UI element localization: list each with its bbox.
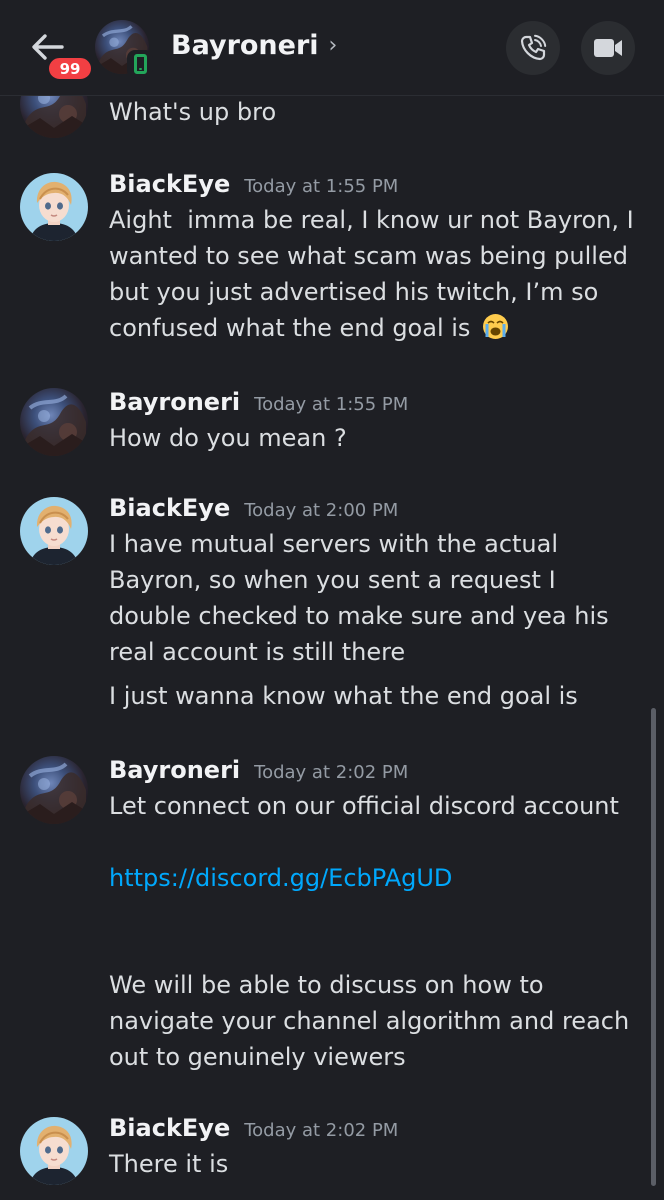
- avatar[interactable]: [20, 388, 88, 456]
- avatar[interactable]: [20, 173, 88, 241]
- author-name[interactable]: BiackEye: [109, 1114, 230, 1142]
- video-camera-icon: [594, 39, 622, 57]
- message-list[interactable]: What's up bro BiackEye Today at 1:55 PM …: [0, 0, 664, 1200]
- scrollbar[interactable]: [651, 708, 656, 1186]
- message-body: Aight imma be real, I know ur not Bayron…: [109, 206, 642, 342]
- message-text: How do you mean ?: [109, 424, 347, 452]
- message-text: I have mutual servers with the actual Ba…: [109, 530, 617, 666]
- invite-link[interactable]: https://discord.gg/EcbPAgUD: [109, 860, 639, 896]
- dm-screen: What's up bro BiackEye Today at 1:55 PM …: [0, 0, 664, 1200]
- message-text: I just wanna know what the end goal is: [109, 682, 578, 710]
- avatar[interactable]: [20, 1117, 88, 1185]
- phone-call-icon: [520, 34, 547, 61]
- message-text: Let connect on our official discord acco…: [109, 792, 619, 820]
- author-name[interactable]: Bayroneri: [109, 756, 240, 784]
- message-text: Aight imma be real, I know ur not Bayron…: [109, 202, 639, 346]
- author-name[interactable]: BiackEye: [109, 170, 230, 198]
- timestamp: Today at 1:55 PM: [244, 176, 399, 197]
- mobile-online-icon: [127, 50, 153, 78]
- message-text: What's up bro: [109, 98, 277, 126]
- loudly-crying-face-emoji: [483, 314, 509, 339]
- unread-badge: 99: [46, 55, 94, 82]
- author-name[interactable]: Bayroneri: [109, 388, 240, 416]
- channel-name: Bayroneri: [171, 30, 319, 61]
- message-text: There it is: [109, 1150, 229, 1178]
- author-name[interactable]: BiackEye: [109, 494, 230, 522]
- voice-call-button[interactable]: [506, 21, 560, 75]
- avatar[interactable]: [20, 756, 88, 824]
- timestamp: Today at 2:00 PM: [244, 500, 399, 521]
- video-call-button[interactable]: [581, 21, 635, 75]
- channel-title[interactable]: Bayroneri ›: [171, 30, 337, 61]
- avatar[interactable]: [20, 497, 88, 565]
- back-button[interactable]: 99: [22, 26, 94, 82]
- timestamp: Today at 2:02 PM: [244, 1120, 399, 1141]
- message-text: We will be able to discuss on how to nav…: [109, 971, 637, 1071]
- timestamp: Today at 2:02 PM: [254, 762, 409, 783]
- dm-header: 99 Bayroneri ›: [0, 0, 664, 96]
- timestamp: Today at 1:55 PM: [254, 394, 409, 415]
- chevron-right-icon: ›: [328, 33, 338, 58]
